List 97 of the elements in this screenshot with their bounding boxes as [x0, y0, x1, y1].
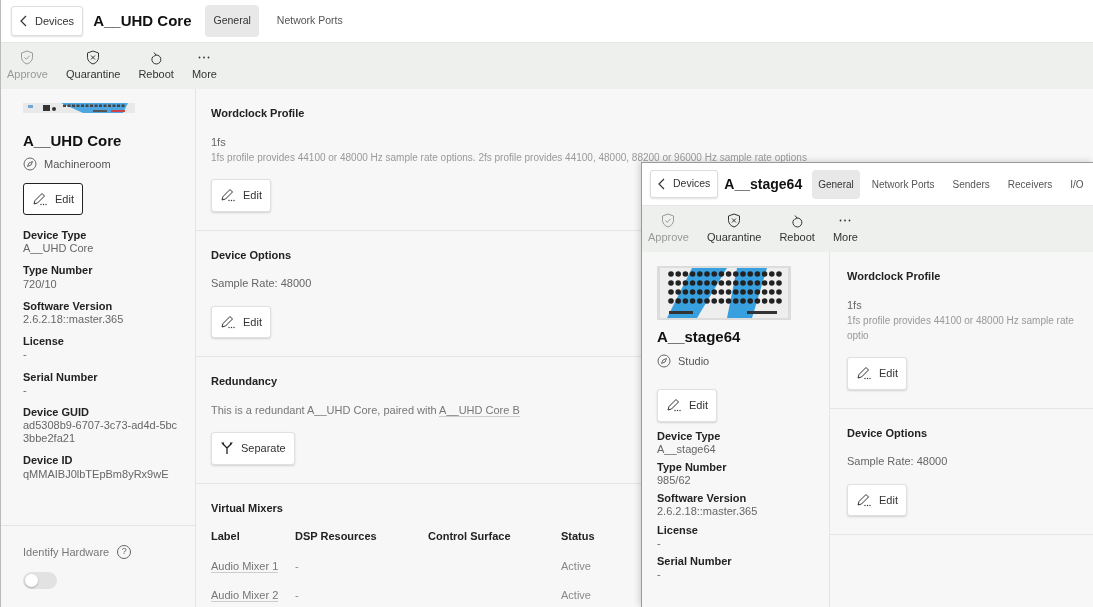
section-title: Device Options: [211, 247, 292, 263]
shield-x-icon: [727, 212, 742, 228]
property-value: A__stage64: [657, 442, 717, 456]
device-name: A__UHD Core: [23, 130, 123, 151]
device-title: A__UHD Core: [93, 10, 192, 31]
edit-button[interactable]: Edit: [211, 305, 271, 338]
shield-check-icon: [20, 49, 35, 65]
table-cell-text: -: [295, 587, 300, 603]
section-title: Device Options: [847, 425, 928, 441]
section-title: Wordclock Profile: [211, 106, 305, 121]
edit-button[interactable]: Edit: [847, 357, 907, 390]
reboot-icon: [790, 212, 805, 228]
property-label: Software Version: [23, 299, 114, 313]
profile-value: 1fs: [211, 134, 226, 150]
pencil-icon: [666, 398, 682, 413]
pencil-icon: [32, 191, 48, 206]
pencil-icon: [856, 366, 872, 381]
toggle-switch[interactable]: [23, 572, 57, 589]
edit-button[interactable]: Edit: [847, 483, 907, 516]
property-label: Device Type: [657, 429, 722, 443]
tab[interactable]: Senders: [946, 169, 996, 199]
toolbar-action[interactable]: Reboot: [777, 212, 817, 246]
tab[interactable]: General: [205, 5, 259, 37]
section-title: Virtual Mixers: [211, 500, 283, 516]
shield-x-icon: [86, 49, 101, 65]
tab[interactable]: I/O: [1064, 169, 1090, 199]
section-title: Redundancy: [211, 374, 277, 389]
column-header: Status: [561, 529, 596, 544]
property-label: Serial Number: [657, 555, 733, 569]
table-cell-text: Active: [561, 587, 592, 603]
section-title: Wordclock Profile: [847, 269, 941, 284]
location-text: Machineroom: [44, 157, 111, 172]
device-title: A__stage64: [724, 174, 803, 194]
profile-value: 1fs: [847, 297, 862, 313]
property-label: Software Version: [657, 492, 748, 506]
option-text: Sample Rate: 48000: [847, 454, 948, 469]
property-value: qMMAIBJ0lbTEpBm8yRx9wE: [23, 467, 170, 481]
property-value: -: [23, 348, 28, 362]
property-label: Type Number: [23, 264, 94, 278]
edit-button[interactable]: Edit: [211, 179, 271, 212]
property-value: ad5308b9-6707-3c73-ad4d-5bc3bbe2fa21: [23, 419, 179, 446]
property-value: A__UHD Core: [23, 242, 95, 256]
toolbar-action[interactable]: More: [830, 212, 860, 246]
tab[interactable]: Network Ports: [865, 169, 941, 199]
mixer-link[interactable]: Audio Mixer 2: [211, 588, 279, 602]
toolbar-action[interactable]: More: [189, 49, 219, 83]
redundancy-text: This is a redundant A__UHD Core, paired with A__UHD Core B: [211, 402, 520, 418]
chevron-left-icon: [20, 15, 27, 27]
compass-icon: [657, 353, 671, 368]
column-header: Label: [211, 528, 295, 557]
tab[interactable]: Network Ports: [268, 5, 351, 37]
separate-button[interactable]: Separate: [211, 432, 295, 465]
back-button[interactable]: Devices: [650, 170, 719, 198]
compass-icon: [23, 157, 37, 172]
table-cell-text: -: [295, 558, 300, 574]
property-label: Serial Number: [23, 370, 99, 384]
property-label: Device Type: [23, 229, 88, 243]
identify-label: Identify Hardware: [23, 544, 110, 560]
shield-check-icon: [661, 212, 676, 228]
device-link[interactable]: A__UHD Core B: [439, 403, 520, 417]
toolbar-action[interactable]: Quarantine: [64, 49, 123, 83]
property-label: Type Number: [657, 460, 728, 475]
profile-description: 1fs profile provides 44100 or 48000 Hz sample rate options. 2fs profile provides 44100, 48000, 88200 or 96000 Hz sample rate options: [211, 151, 807, 165]
mixer-link[interactable]: Audio Mixer 1: [211, 559, 279, 573]
property-value: 985/62: [657, 474, 692, 488]
location-text: Studio: [678, 353, 710, 369]
back-button[interactable]: Devices: [11, 5, 84, 37]
toolbar-action[interactable]: Reboot: [136, 49, 176, 83]
profile-description: 1fs profile provides 44100 or 48000 Hz sample rate optio: [847, 314, 1075, 343]
pencil-icon: [220, 314, 236, 329]
property-value: -: [657, 568, 662, 582]
property-value: -: [23, 383, 28, 397]
property-label: Device GUID: [23, 405, 91, 420]
property-label: License: [657, 523, 699, 537]
edit-button[interactable]: Edit: [23, 182, 83, 215]
pencil-icon: [220, 188, 236, 203]
option-text: Sample Rate: 48000: [211, 276, 312, 291]
property-value: 2.6.2.18::master.365: [657, 505, 759, 519]
tab[interactable]: General: [812, 169, 860, 199]
more-icon: [198, 55, 211, 59]
pencil-icon: [856, 492, 872, 507]
table-cell-text: Active: [561, 558, 592, 574]
chevron-left-icon: [658, 178, 665, 190]
property-label: Device ID: [23, 454, 74, 468]
column-header: DSP Resources: [295, 528, 428, 557]
property-value: 2.6.2.18::master.365: [23, 312, 125, 327]
reboot-icon: [149, 49, 164, 65]
device-name: A__stage64: [657, 327, 742, 347]
property-value: -: [657, 536, 662, 550]
property-label: License: [23, 335, 65, 349]
column-header: Control Surface: [428, 528, 561, 557]
tab[interactable]: Receivers: [1001, 169, 1059, 199]
split-icon: [220, 441, 234, 456]
toolbar-action[interactable]: Quarantine: [705, 212, 764, 246]
property-value: 720/10: [23, 277, 58, 291]
edit-button[interactable]: Edit: [657, 389, 717, 422]
more-icon: [839, 218, 852, 222]
